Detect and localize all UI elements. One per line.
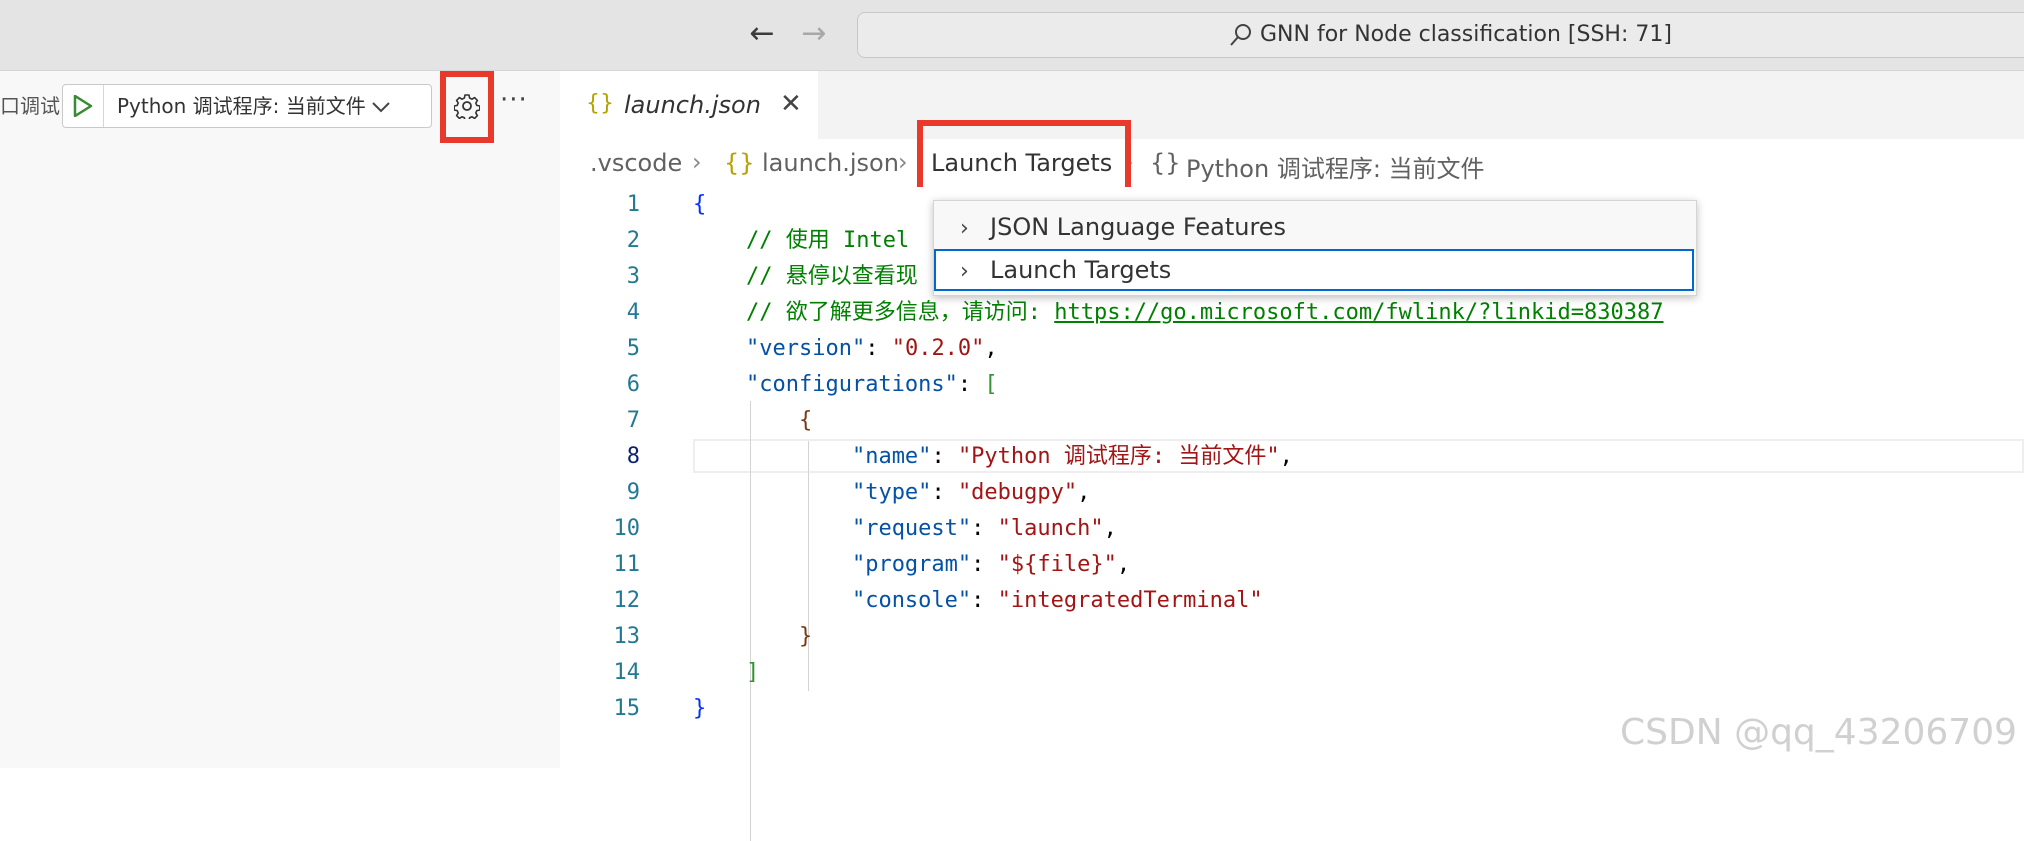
command-center[interactable]: GNN for Node classification [SSH: 71] [857,12,2024,58]
arrow-left-icon[interactable]: ← [742,14,782,54]
code-text: "console": "integratedTerminal" [851,588,1263,613]
code-text: ] [745,660,760,685]
code-text: "request": "launch", [851,516,1117,541]
configuration-label: Python 调试程序: 当前文件 [117,94,366,118]
line-number: 5 [626,336,640,361]
popup-item-json-language-features[interactable]: › JSON Language Features [934,206,1694,248]
json-file-icon: {} [724,149,755,177]
command-center-text: GNN for Node classification [SSH: 71] [1260,22,1672,47]
breadcrumb-picker-popup: › JSON Language Features › Launch Targets [933,200,1697,296]
code-text: } [798,624,813,649]
chevron-right-icon: › [692,148,702,176]
code-text: // 使用 Intel [745,228,910,253]
code-text: // 悬停以查看现 [745,264,918,289]
code-line: 12 "console": "integratedTerminal" [560,583,2024,619]
editor-tab-bar: {} launch.json ✕ [560,71,2024,139]
code-text: "type": "debugpy", [851,480,1091,505]
debug-sidebar: 口调试 Python 调试程序: 当前文件 ··· [0,71,560,768]
popup-item-label: Launch Targets [990,256,1172,284]
popup-item-launch-targets[interactable]: › Launch Targets [934,249,1694,291]
line-number: 1 [626,192,640,217]
close-icon[interactable]: ✕ [780,89,802,119]
start-debugging-button[interactable] [63,85,104,127]
code-line: 10 "request": "launch", [560,511,2024,547]
code-text: "program": "${file}", [851,552,1131,577]
code-text: { [798,408,813,433]
line-number: 10 [613,516,641,541]
arrow-right-icon[interactable]: → [794,14,834,54]
code-line: 5 "version": "0.2.0", [560,331,2024,367]
gear-icon [454,94,480,119]
launch-configuration-select[interactable]: Python 调试程序: 当前文件 [117,85,390,127]
code-line: 7 { [560,403,2024,439]
more-actions-button[interactable]: ··· [500,85,528,115]
code-line: 8 "name": "Python 调试程序: 当前文件", [560,439,2024,475]
line-number: 12 [613,588,641,613]
play-icon [73,95,93,117]
line-number: 7 [626,408,640,433]
open-launch-json-button[interactable] [440,71,494,143]
code-line: 13 } [560,619,2024,655]
line-number: 9 [626,480,640,505]
line-number: 11 [613,552,641,577]
breadcrumb-item-launch-json[interactable]: launch.json [762,149,899,177]
code-text: "name": "Python 调试程序: 当前文件", [851,444,1293,469]
line-number: 14 [613,660,641,685]
line-number: 13 [613,624,641,649]
watermark: CSDN @qq_43206709 [1620,712,2018,753]
code-line: 9 "type": "debugpy", [560,475,2024,511]
chevron-down-icon [372,85,390,127]
code-line: 6 "configurations": [ [560,367,2024,403]
code-line: 11 "program": "${file}", [560,547,2024,583]
code-line: 14 ] [560,655,2024,691]
line-number: 6 [626,372,640,397]
breadcrumb-item-vscode[interactable]: .vscode [590,149,682,177]
line-number: 8 [626,444,640,469]
chevron-right-icon: › [960,216,969,241]
code-text: "version": "0.2.0", [745,336,998,361]
docs-link[interactable]: https://go.microsoft.com/fwlink/?linkid=… [1054,300,1663,325]
code-text: // 欲了解更多信息，请访问: https://go.microsoft.com… [745,300,1664,325]
code-text: "configurations": [ [745,372,998,397]
chevron-right-icon: › [898,148,908,176]
tab-label: launch.json [624,91,761,119]
line-number: 15 [613,696,641,721]
code-line: 4 // 欲了解更多信息，请访问: https://go.microsoft.c… [560,295,2024,331]
launch-configuration-group: Python 调试程序: 当前文件 [62,84,432,128]
breadcrumb: .vscode › {} launch.json › Launch Target… [560,139,2024,187]
chevron-right-icon: › [960,259,969,284]
json-file-icon: {} [586,91,614,116]
code-text: { [693,192,707,217]
line-number: 2 [626,228,640,253]
search-icon [1230,24,1251,46]
tab-launch-json[interactable]: {} launch.json ✕ [560,71,818,139]
line-number: 3 [626,264,640,289]
title-bar: ← → GNN for Node classification [SSH: 71… [0,0,2024,71]
line-number: 4 [626,300,640,325]
debug-view-label: 口调试 [0,94,60,118]
popup-item-label: JSON Language Features [990,213,1287,241]
symbol-icon: {} [1150,149,1181,177]
breadcrumb-item-configuration[interactable]: Python 调试程序: 当前文件 [1186,149,1485,184]
code-text: } [693,696,707,721]
